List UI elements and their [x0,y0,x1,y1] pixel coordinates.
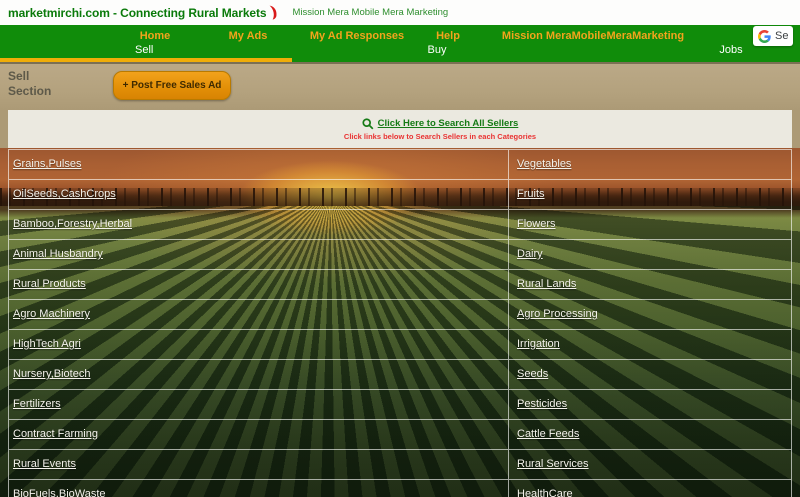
category-cell: BioFuels,BioWaste [9,480,509,497]
category-cell: Nursery,Biotech [9,360,509,389]
category-cell: Rural Services [509,450,791,479]
main-nav: Home My Ads My Ad Responses Help Mission… [0,25,800,62]
category-row: BioFuels,BioWaste HealthCare [9,480,791,497]
category-cell: Fruits [509,180,791,209]
search-banner: Click Here to Search All Sellers Click l… [8,110,792,148]
category-link-flowers[interactable]: Flowers [517,218,556,230]
category-link-rural-lands[interactable]: Rural Lands [517,278,576,290]
tab-buy[interactable]: Buy [428,44,447,56]
sell-section-band: Sell Section + Post Free Sales Ad [0,64,800,110]
category-link-hightech-agri[interactable]: HighTech Agri [13,338,81,350]
category-link-seeds[interactable]: Seeds [517,368,548,380]
category-cell: HighTech Agri [9,330,509,359]
category-row: Fertilizers Pesticides [9,390,791,420]
sell-section-title-line1: Sell [8,69,51,84]
sell-section-title-line2: Section [8,84,51,99]
tab-sell[interactable]: Sell [135,44,153,56]
category-row: Nursery,Biotech Seeds [9,360,791,390]
category-cell: Agro Processing [509,300,791,329]
active-tab-underline [0,58,292,62]
category-link-rural-services[interactable]: Rural Services [517,458,589,470]
search-all-sellers-link[interactable]: Click Here to Search All Sellers [378,118,519,129]
category-link-contract-farming[interactable]: Contract Farming [13,428,98,440]
category-link-oilseeds-cashcrops[interactable]: OilSeeds,CashCrops [13,188,116,200]
category-link-healthcare[interactable]: HealthCare [517,488,573,497]
category-link-vegetables[interactable]: Vegetables [517,158,571,170]
category-cell: Irrigation [509,330,791,359]
google-search-label: Se [775,30,788,42]
category-row: Agro Machinery Agro Processing [9,300,791,330]
category-link-rural-products[interactable]: Rural Products [13,278,86,290]
category-cell: Agro Machinery [9,300,509,329]
category-link-irrigation[interactable]: Irrigation [517,338,560,350]
category-link-agro-processing[interactable]: Agro Processing [517,308,598,320]
tab-jobs[interactable]: Jobs [719,44,742,56]
category-cell: OilSeeds,CashCrops [9,180,509,209]
nav-item-my-ads[interactable]: My Ads [229,30,268,42]
category-link-bamboo-forestry-herbal[interactable]: Bamboo,Forestry,Herbal [13,218,132,230]
category-link-pesticides[interactable]: Pesticides [517,398,567,410]
search-band: Click Here to Search All Sellers Click l… [0,110,800,148]
category-cell: Animal Husbandry [9,240,509,269]
category-cell: Grains,Pulses [9,150,509,179]
nav-item-mission[interactable]: Mission MeraMobileMeraMarketing [502,30,684,42]
google-g-icon [758,30,771,43]
nav-item-help[interactable]: Help [436,30,460,42]
top-header: marketmirchi.com - Connecting Rural Mark… [0,0,800,25]
category-cell: HealthCare [509,480,791,497]
category-link-fruits[interactable]: Fruits [517,188,545,200]
category-link-biofuels-biowaste[interactable]: BioFuels,BioWaste [13,488,106,497]
category-cell: Cattle Feeds [509,420,791,449]
category-cell: Rural Lands [509,270,791,299]
category-link-nursery-biotech[interactable]: Nursery,Biotech [13,368,90,380]
google-search-box[interactable]: Se [753,26,793,46]
category-link-grains-pulses[interactable]: Grains,Pulses [13,158,81,170]
category-cell: Contract Farming [9,420,509,449]
category-row: Bamboo,Forestry,Herbal Flowers [9,210,791,240]
category-link-agro-machinery[interactable]: Agro Machinery [13,308,90,320]
site-logo[interactable]: marketmirchi.com - Connecting Rural Mark… [8,6,266,20]
category-cell: Pesticides [509,390,791,419]
category-link-rural-events[interactable]: Rural Events [13,458,76,470]
nav-item-my-ad-responses[interactable]: My Ad Responses [310,30,404,42]
category-cell: Seeds [509,360,791,389]
nav-item-home[interactable]: Home [140,30,171,42]
category-table: Grains,Pulses Vegetables OilSeeds,CashCr… [8,149,792,497]
category-row: OilSeeds,CashCrops Fruits [9,180,791,210]
category-row: Rural Products Rural Lands [9,270,791,300]
chili-icon [268,5,278,20]
category-cell: Dairy [509,240,791,269]
category-row: Rural Events Rural Services [9,450,791,480]
category-cell: Fertilizers [9,390,509,419]
site-tagline: Mission Mera Mobile Mera Marketing [292,7,448,18]
category-cell: Vegetables [509,150,791,179]
category-link-animal-husbandry[interactable]: Animal Husbandry [13,248,103,260]
post-free-sales-ad-button[interactable]: + Post Free Sales Ad [113,71,231,100]
sell-section-title: Sell Section [8,69,51,99]
category-link-fertilizers[interactable]: Fertilizers [13,398,61,410]
category-row: Grains,Pulses Vegetables [9,150,791,180]
category-cell: Rural Events [9,450,509,479]
category-link-cattle-feeds[interactable]: Cattle Feeds [517,428,579,440]
category-search-notice: Click links below to Search Sellers in e… [344,132,536,141]
field-background: Grains,Pulses Vegetables OilSeeds,CashCr… [0,148,800,497]
category-cell: Flowers [509,210,791,239]
category-row: HighTech Agri Irrigation [9,330,791,360]
search-icon [362,118,374,130]
category-link-dairy[interactable]: Dairy [517,248,543,260]
category-row: Contract Farming Cattle Feeds [9,420,791,450]
category-row: Animal Husbandry Dairy [9,240,791,270]
category-cell: Bamboo,Forestry,Herbal [9,210,509,239]
category-cell: Rural Products [9,270,509,299]
